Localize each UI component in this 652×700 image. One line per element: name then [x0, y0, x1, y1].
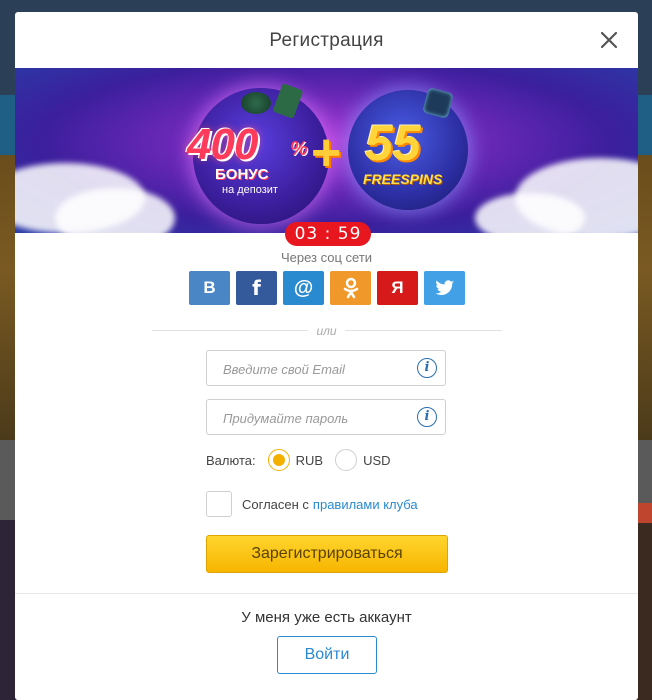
password-input[interactable]: [221, 400, 425, 436]
agree-checkbox[interactable]: [206, 491, 232, 517]
registration-modal: Регистрация 400 % БОНУС на депозит + 55 …: [15, 12, 638, 700]
footer-divider: [15, 593, 638, 594]
vk-icon: В: [203, 278, 216, 297]
freespins-label: FREESPINS: [363, 171, 443, 187]
currency-option-label: RUB: [295, 452, 324, 468]
twitter-icon: [434, 280, 454, 296]
yandex-icon: Я: [391, 278, 404, 297]
freespins-count: 55: [365, 115, 421, 171]
bonus-percent: 400: [187, 120, 258, 169]
email-input[interactable]: [221, 351, 425, 387]
social-buttons: В f @ Я: [189, 271, 465, 305]
have-account-text: У меня уже есть аккаунт: [241, 609, 412, 626]
login-button[interactable]: Войти: [277, 636, 377, 674]
modal-title: Регистрация: [269, 30, 384, 51]
currency-radio-usd[interactable]: [335, 449, 358, 471]
currency-selector: Валюта: RUB USD: [206, 448, 391, 472]
currency-label: Валюта:: [206, 452, 256, 468]
currency-radio-rub[interactable]: [267, 449, 290, 471]
vk-login-button[interactable]: В: [189, 271, 230, 305]
divider-label: или: [15, 322, 638, 340]
casino-chip-icon: [241, 92, 271, 114]
plus-sign: +: [311, 124, 342, 182]
twitter-login-button[interactable]: [424, 271, 465, 305]
agree-row: Согласен с правилами клуба: [206, 490, 418, 518]
info-icon[interactable]: i: [417, 407, 437, 427]
bonus-label: БОНУС: [215, 166, 269, 183]
close-icon: [600, 31, 618, 49]
yandex-login-button[interactable]: Я: [377, 271, 418, 305]
mailru-login-button[interactable]: @: [283, 271, 324, 305]
odnoklassniki-login-button[interactable]: [330, 271, 371, 305]
register-button[interactable]: Зарегистрироваться: [206, 535, 448, 573]
odnoklassniki-icon: [343, 277, 358, 299]
currency-option-label: USD: [363, 452, 391, 468]
email-field: i: [206, 350, 446, 387]
countdown-timer: 03 : 59: [285, 222, 371, 246]
close-button[interactable]: [598, 29, 620, 51]
password-field: i: [206, 399, 446, 436]
rules-link[interactable]: правилами клуба: [313, 497, 418, 512]
divider-text: или: [308, 324, 345, 338]
promo-banner: 400 % БОНУС на депозит + 55 FREESPINS: [15, 68, 638, 233]
modal-header: Регистрация: [15, 12, 638, 69]
percent-sign: %: [290, 138, 308, 160]
info-icon[interactable]: i: [417, 358, 437, 378]
bonus-sublabel: на депозит: [222, 184, 278, 196]
facebook-icon: f: [252, 276, 261, 300]
facebook-login-button[interactable]: f: [236, 271, 277, 305]
agree-text: Согласен с: [242, 496, 309, 512]
backdrop-tag: [638, 503, 652, 523]
mailru-icon: @: [293, 276, 314, 299]
radio-selected-dot: [272, 454, 285, 466]
social-caption: Через соц сети: [280, 250, 373, 265]
